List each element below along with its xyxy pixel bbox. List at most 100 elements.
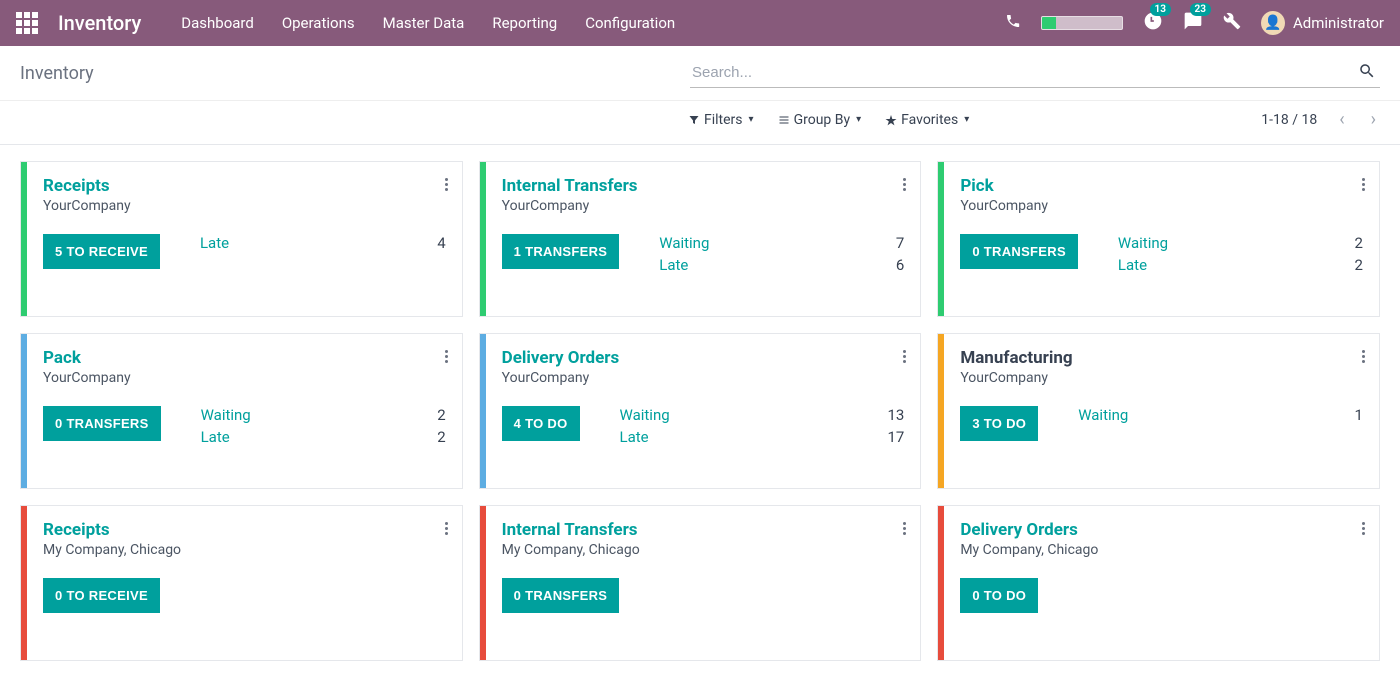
card-title[interactable]: Internal Transfers [502,176,905,196]
card-body: Delivery Orders YourCompany 4 TO DO Waiting… [486,334,921,488]
stat-label: Late [659,256,688,274]
card-stats: Late4 [200,234,446,252]
topbar-right: 13 23 👤 Administrator [1005,11,1384,35]
stat-label: Waiting [1118,234,1168,252]
filters-button[interactable]: Filters ▾ [688,112,754,128]
stat-row[interactable]: Waiting7 [659,234,904,252]
stat-row[interactable]: Waiting 2 [1118,234,1363,252]
stat-value: 17 [887,428,904,446]
stat-label: Waiting [201,406,251,424]
nav-dashboard[interactable]: Dashboard [181,14,254,32]
stat-row[interactable]: Late4 [200,234,446,252]
kebab-icon[interactable] [445,178,448,191]
card-action-button[interactable]: 4 TO DO [502,406,580,441]
phone-icon[interactable] [1005,13,1021,33]
stat-value: 6 [896,256,904,274]
stat-row[interactable]: Waiting 2 [201,406,446,424]
nav-reporting[interactable]: Reporting [492,14,557,32]
kanban-card: Manufacturing YourCompany 3 TO DO Waiting1 [937,333,1380,489]
favorites-button[interactable]: Favorites ▾ [885,112,969,128]
card-title[interactable]: Pack [43,348,446,368]
card-action-button[interactable]: 0 TO RECEIVE [43,578,160,613]
list-icon [778,114,790,126]
pager: 1-18 / 18 ‹ › [1261,109,1380,130]
card-row: 0 TO DO [960,578,1363,613]
card-title[interactable]: Pick [960,176,1363,196]
pager-prev-button[interactable]: ‹ [1335,109,1348,130]
search-icon[interactable] [1358,62,1376,84]
kanban-card: Delivery OrdersMy Company, Chicago0 TO D… [937,505,1380,661]
kebab-icon[interactable] [903,178,906,191]
stat-value: 2 [1355,234,1363,252]
filter-group: Filters ▾ Group By ▾ Favorites ▾ [688,112,969,128]
kebab-icon[interactable] [903,522,906,535]
stat-label: Late [200,234,229,252]
chat-icon[interactable]: 23 [1183,11,1203,35]
nav-configuration[interactable]: Configuration [585,14,675,32]
kebab-icon[interactable] [1362,350,1365,363]
kebab-icon[interactable] [903,350,906,363]
card-action-button[interactable]: 3 TO DO [960,406,1038,441]
kebab-icon[interactable] [445,350,448,363]
clock-icon[interactable]: 13 [1143,11,1163,35]
search-input[interactable] [690,58,1380,88]
card-title[interactable]: Delivery Orders [960,520,1363,540]
card-action-button[interactable]: 0 TRANSFERS [960,234,1078,269]
kanban-card: PackYourCompany0 TRANSFERSWaiting2Late2 [20,333,463,489]
card-body: Internal Transfers YourCompany 1 TRANSFERS… [486,162,921,316]
kanban-card: ReceiptsYourCompany5 TO RECEIVELate4 [20,161,463,317]
card-action-button[interactable]: 1 TRANSFERS [502,234,620,269]
pager-next-button[interactable]: › [1367,109,1380,130]
card-title[interactable]: Receipts [43,520,446,540]
username: Administrator [1293,14,1384,32]
kanban-card: Receipts My Company, Chicago 0 TO RECEIVE [20,505,463,661]
controls-bar: Filters ▾ Group By ▾ Favorites ▾ 1-18 / … [0,101,1400,145]
card-title[interactable]: Receipts [43,176,446,196]
kebab-icon[interactable] [1362,522,1365,535]
stat-value: 2 [437,428,445,446]
stat-row[interactable]: Waiting13 [620,406,905,424]
stat-row[interactable]: Late2 [1118,256,1363,274]
card-subtitle: My Company, Chicago [502,542,905,558]
card-body: Receipts My Company, Chicago 0 TO RECEIVE [27,506,462,660]
card-action-button[interactable]: 0 TO DO [960,578,1038,613]
nav-operations[interactable]: Operations [282,14,355,32]
card-subtitle: YourCompany [43,370,446,386]
apps-icon[interactable] [16,12,38,34]
kebab-icon[interactable] [445,522,448,535]
kanban-card: Internal Transfers YourCompany 1 TRANSFERS… [479,161,922,317]
card-subtitle: YourCompany [960,370,1363,386]
card-title[interactable]: Internal Transfers [502,520,905,540]
card-subtitle: YourCompany [502,370,905,386]
chat-badge: 23 [1190,3,1211,16]
chevron-down-icon: ▾ [856,114,861,125]
progress-bar[interactable] [1041,16,1123,30]
card-body: PackYourCompany0 TRANSFERSWaiting2Late2 [27,334,462,488]
breadcrumb: Inventory [20,63,94,84]
stat-value: 2 [437,406,445,424]
search-container [690,58,1380,88]
card-action-button[interactable]: 0 TRANSFERS [502,578,620,613]
card-title[interactable]: Delivery Orders [502,348,905,368]
settings-icon[interactable] [1223,12,1241,34]
user-menu[interactable]: 👤 Administrator [1261,11,1384,35]
kebab-icon[interactable] [1362,178,1365,191]
stat-label: Late [620,428,649,446]
stat-row[interactable]: Late2 [201,428,446,446]
card-action-button[interactable]: 5 TO RECEIVE [43,234,160,269]
card-action-button[interactable]: 0 TRANSFERS [43,406,161,441]
stat-row[interactable]: Waiting1 [1078,406,1363,424]
card-subtitle: My Company, Chicago [43,542,446,558]
stat-row[interactable]: Late 6 [659,256,904,274]
stat-value: 1 [1355,406,1363,424]
card-body: ReceiptsYourCompany5 TO RECEIVELate4 [27,162,462,316]
card-row: 0 TRANSFERSWaiting2Late2 [43,406,446,446]
stat-value: 7 [896,234,904,252]
card-title[interactable]: Manufacturing [960,348,1363,368]
stat-row[interactable]: Late 17 [620,428,905,446]
stat-value: 13 [887,406,904,424]
card-subtitle: YourCompany [502,198,905,214]
card-stats: Waiting2Late2 [201,406,446,446]
groupby-button[interactable]: Group By ▾ [778,112,862,128]
nav-master-data[interactable]: Master Data [383,14,465,32]
